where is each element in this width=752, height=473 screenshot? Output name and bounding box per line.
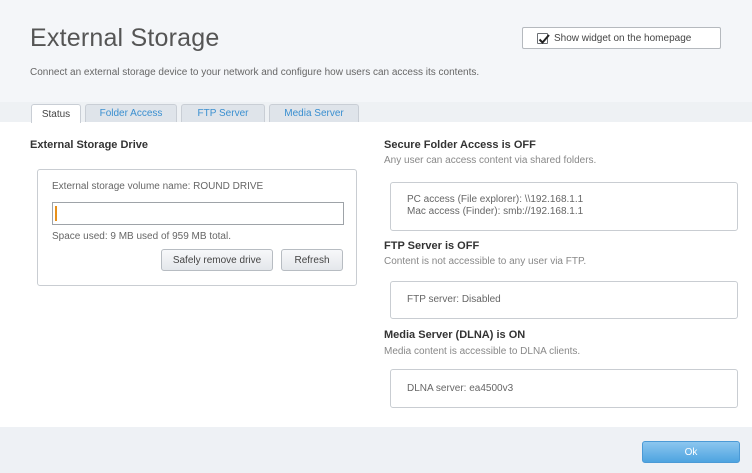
show-widget-label: Show widget on the homepage — [554, 32, 692, 44]
ftp-status-text: FTP server: Disabled — [407, 294, 501, 305]
ftp-title: FTP Server is OFF — [384, 240, 480, 252]
pc-access-text: PC access (File explorer): \\192.168.1.1 — [407, 194, 584, 205]
show-widget-checkbox[interactable]: Show widget on the homepage — [522, 27, 721, 49]
dlna-status-text: DLNA server: ea4500v3 — [407, 383, 514, 394]
media-desc: Media content is accessible to DLNA clie… — [384, 346, 581, 357]
page-header: External Storage Connect an external sto… — [0, 0, 752, 102]
tab-folder-access[interactable]: Folder Access — [85, 104, 177, 122]
page-subtitle: Connect an external storage device to yo… — [30, 67, 480, 78]
secure-access-desc: Any user can access content via shared f… — [384, 155, 597, 166]
volume-name-input[interactable] — [52, 202, 344, 225]
tab-ftp-server[interactable]: FTP Server — [181, 104, 265, 122]
secure-access-title: Secure Folder Access is OFF — [384, 139, 536, 151]
checkbox-checked-icon[interactable] — [537, 32, 550, 44]
ftp-desc: Content is not accessible to any user vi… — [384, 256, 587, 267]
text-caret — [55, 206, 57, 221]
footer-bar — [0, 427, 752, 473]
space-used-text: Space used: 9 MB used of 959 MB total. — [52, 231, 231, 242]
mac-access-text: Mac access (Finder): smb://192.168.1.1 — [407, 206, 584, 217]
drive-section-title: External Storage Drive — [30, 139, 148, 151]
volume-name-label: External storage volume name: ROUND DRIV… — [52, 181, 264, 192]
tab-media-server[interactable]: Media Server — [269, 104, 359, 122]
page-title: External Storage — [30, 24, 220, 52]
refresh-button[interactable]: Refresh — [281, 249, 343, 271]
media-title: Media Server (DLNA) is ON — [384, 329, 526, 341]
tab-status[interactable]: Status — [31, 104, 81, 123]
safely-remove-drive-button[interactable]: Safely remove drive — [161, 249, 273, 271]
ok-button[interactable]: Ok — [642, 441, 740, 463]
